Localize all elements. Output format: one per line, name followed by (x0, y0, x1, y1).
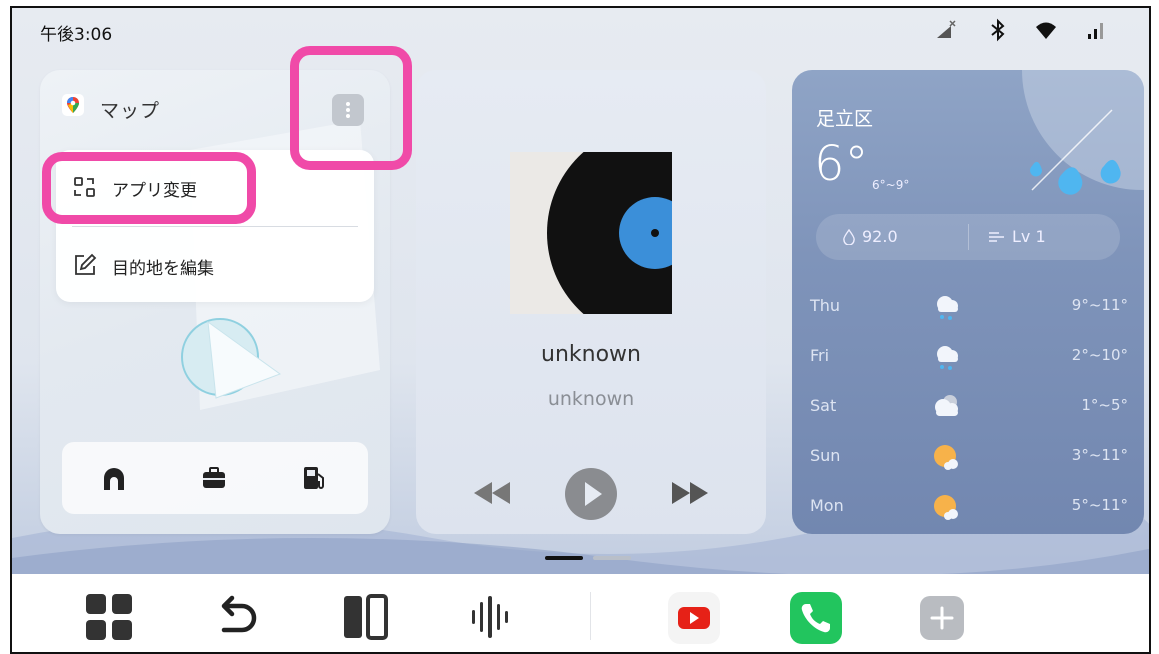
forecast-temp: 2°~10° (1071, 346, 1128, 364)
wind-level: Lv 1 (1012, 227, 1046, 246)
forecast-row: Thu 9°~11° (792, 282, 1144, 332)
briefcase-icon[interactable] (200, 464, 228, 492)
back-icon[interactable] (212, 592, 262, 642)
page-dot[interactable] (593, 556, 631, 560)
menu-item-edit-destination[interactable]: 目的地を編集 (56, 234, 374, 294)
forecast-day: Fri (810, 346, 830, 365)
forecast-row: Mon 5°~11° (792, 482, 1144, 532)
voice-assistant-icon[interactable] (466, 592, 516, 642)
menu-divider (72, 226, 358, 227)
split-screen-icon[interactable] (340, 592, 390, 642)
youtube-icon[interactable] (666, 590, 722, 646)
track-title: unknown (541, 342, 641, 367)
weather-widget[interactable]: 足立区 6° 6°~9° 92.0 Lv 1 Thu 9°~11° Fri 2°… (792, 70, 1144, 534)
map-widget-title: マップ (100, 100, 161, 122)
bottom-dock (12, 574, 1149, 652)
humidity-icon (843, 229, 855, 245)
navigation-arrow-icon (181, 318, 282, 399)
forecast-day: Sun (810, 446, 841, 465)
gas-station-icon[interactable] (300, 464, 328, 492)
highlight-more-button (290, 46, 412, 170)
rain-cloud-icon (937, 346, 958, 370)
humidity-value: 92.0 (862, 227, 898, 246)
menu-label-edit-destination: 目的地を編集 (112, 259, 214, 279)
highlight-change-app (42, 152, 256, 224)
weather-stats: 92.0 Lv 1 (816, 214, 1120, 260)
rain-icon (1022, 70, 1144, 195)
phone-icon[interactable] (788, 590, 844, 646)
next-icon[interactable] (670, 478, 710, 508)
add-icon[interactable] (914, 590, 970, 646)
forecast-temp: 1°~5° (1081, 396, 1128, 414)
forecast-temp: 5°~11° (1071, 496, 1128, 514)
wind-icon (989, 232, 1004, 242)
google-maps-icon (62, 94, 84, 116)
wifi-icon (1036, 22, 1056, 39)
screen-frame: 午後3:06 マップ アプリ変更 目的地を編集 unknown unknown … (10, 6, 1151, 654)
forecast-day: Thu (810, 296, 841, 315)
forecast-day: Sat (810, 396, 837, 415)
weather-city: 足立区 (816, 108, 874, 130)
cloudy-icon (935, 395, 958, 416)
status-time: 午後3:06 (40, 25, 113, 45)
status-bar: 午後3:06 (12, 8, 1149, 52)
partly-sunny-icon (934, 445, 958, 470)
dock-separator (590, 592, 591, 640)
page-dot-active (545, 556, 583, 560)
bluetooth-icon (991, 18, 1005, 42)
cell-signal-icon (1088, 23, 1103, 39)
album-art (510, 152, 672, 314)
forecast-temp: 9°~11° (1071, 296, 1128, 314)
track-artist: unknown (547, 388, 635, 410)
forecast-row: Sat 1°~5° (792, 382, 1144, 432)
previous-icon[interactable] (472, 478, 512, 508)
rain-cloud-icon (937, 296, 958, 320)
play-icon[interactable] (564, 467, 618, 521)
home-icon[interactable] (100, 464, 128, 492)
forecast-row: Sun 3°~11° (792, 432, 1144, 482)
map-shortcuts-bar (62, 442, 368, 514)
music-widget[interactable]: unknown unknown (416, 70, 766, 534)
forecast-row: Fri 2°~10° (792, 332, 1144, 382)
partly-sunny-icon (934, 495, 958, 520)
edit-icon (75, 253, 97, 275)
apps-grid-icon[interactable] (84, 592, 134, 642)
current-temperature: 6° (814, 136, 869, 192)
stats-divider (968, 224, 969, 250)
forecast-day: Mon (810, 496, 844, 515)
forecast-temp: 3°~11° (1071, 446, 1128, 464)
temperature-range: 6°~9° (872, 178, 910, 192)
no-signal-icon (937, 20, 956, 38)
